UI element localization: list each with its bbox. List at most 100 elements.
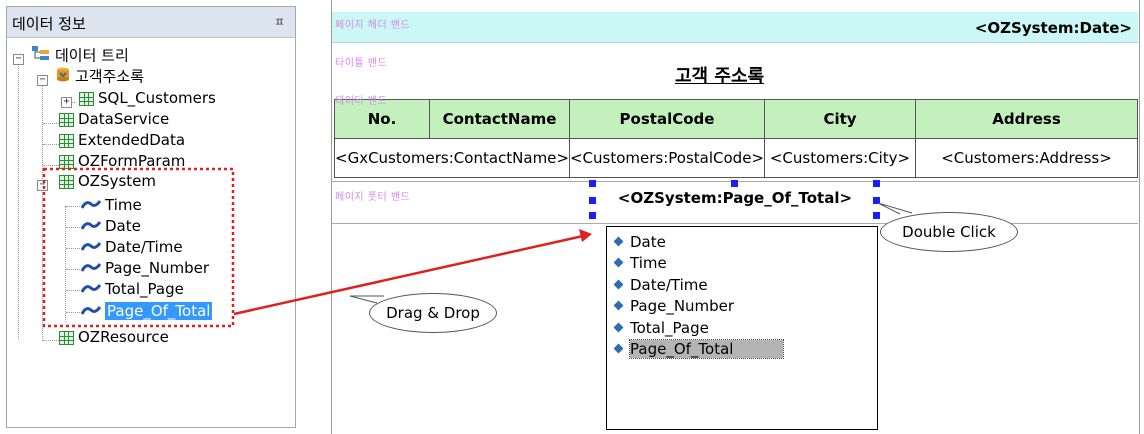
field-icon — [80, 301, 102, 322]
tree-item-label: Date — [105, 217, 141, 235]
collapse-oz-system-toggle[interactable]: − — [37, 180, 48, 191]
resize-handle[interactable] — [873, 197, 880, 204]
diamond-icon — [613, 343, 624, 354]
dataset-icon — [59, 133, 74, 148]
tree-item-page-of-total[interactable]: Page_Of_Total — [80, 301, 213, 322]
tree-item-oz-resource[interactable]: OZResource — [59, 327, 169, 348]
tree-item-label: OZFormParam — [78, 152, 186, 170]
tree-item-oz-system[interactable]: OZSystem — [59, 171, 156, 192]
popup-item-label: Page_Number — [630, 297, 735, 315]
drag-drop-callout: Drag & Drop — [369, 293, 497, 333]
panel-title: 데이터 정보 — [12, 15, 86, 33]
popup-item-label: Time — [630, 254, 667, 272]
dataset-icon — [59, 330, 74, 345]
tree-item-total-page[interactable]: Total_Page — [80, 279, 184, 300]
band-label: 데이터 밴드 — [335, 96, 388, 107]
tree-guide-line — [66, 227, 80, 228]
tree-guide-line — [66, 206, 80, 207]
field-icon — [80, 237, 102, 258]
popup-item-date[interactable]: Date — [611, 231, 666, 253]
tree-item-sql-customers[interactable]: SQL_Customers — [79, 88, 216, 109]
field-icon — [80, 195, 102, 216]
tree-item-oz-form-param[interactable]: OZFormParam — [59, 151, 185, 172]
table-header-cell[interactable]: Address — [915, 99, 1138, 139]
tree-item-label: Total_Page — [105, 280, 184, 298]
resize-handle[interactable] — [873, 212, 880, 219]
datasource-icon — [55, 66, 71, 88]
resize-handle[interactable] — [589, 197, 596, 204]
popup-item-label: Date/Time — [630, 276, 708, 294]
dataset-icon — [79, 91, 94, 106]
tree-guide-line — [43, 340, 59, 341]
collapse-root-toggle[interactable]: − — [13, 54, 24, 65]
tree-item-label: Page_Number — [105, 259, 210, 277]
tree-item-label: OZResource — [78, 328, 169, 346]
system-field-popup[interactable]: Date Time Date/Time Page_Number Total_Pa… — [606, 226, 878, 430]
popup-item-date-time[interactable]: Date/Time — [611, 274, 708, 296]
popup-item-page-of-total[interactable]: Page_Of_Total — [611, 338, 785, 360]
table-header-cell[interactable]: PostalCode — [568, 99, 766, 139]
band-label: 페이지 풋터 밴드 — [335, 192, 411, 203]
tree-item-root[interactable]: 데이터 트리 — [31, 45, 129, 66]
page-of-total-field[interactable]: <OZSystem:Page_Of_Total> — [590, 183, 880, 223]
tree-item-label: 데이터 트리 — [55, 46, 129, 65]
pin-icon[interactable]: ㅍ — [274, 13, 285, 30]
tree-item-date-time[interactable]: Date/Time — [80, 237, 183, 258]
diamond-icon — [613, 279, 624, 290]
page-header-band[interactable]: 페이지 헤더 밴드 <OZSystem:Date> — [332, 12, 1138, 43]
data-band-table: No. ContactName PostalCode City Address … — [334, 99, 1138, 178]
table-cell[interactable]: <Customers:City> — [764, 138, 916, 178]
tree-item-page-number[interactable]: Page_Number — [80, 258, 210, 279]
report-designer-canvas[interactable]: 페이지 헤더 밴드 <OZSystem:Date> 타이틀 밴드 고객 주소록 … — [320, 0, 1144, 434]
resize-handle[interactable] — [589, 212, 596, 219]
tree-guide-line — [43, 123, 59, 124]
tree-item-label: ExtendedData — [78, 131, 186, 149]
expand-sql-customers-toggle[interactable]: + — [61, 97, 72, 108]
table-header-cell[interactable]: City — [764, 99, 916, 139]
popup-item-label: Total_Page — [630, 319, 709, 337]
page-left-margin-line — [331, 0, 332, 434]
diamond-icon — [613, 322, 624, 333]
popup-item-label: Date — [630, 233, 666, 251]
tree-guide-line — [43, 165, 59, 166]
popup-item-time[interactable]: Time — [611, 252, 667, 274]
tree-item-label: DataService — [78, 110, 170, 128]
dataset-icon — [59, 154, 74, 169]
data-tree-icon — [31, 45, 51, 67]
collapse-address-book-toggle[interactable]: − — [37, 75, 48, 86]
tree-item-label-selected: Page_Of_Total — [105, 302, 213, 320]
tree-guide-line — [66, 312, 80, 313]
report-title[interactable]: 고객 주소록 — [675, 62, 764, 88]
diamond-icon — [613, 257, 624, 268]
table-header-cell[interactable]: ContactName — [429, 99, 570, 139]
tree-item-extended-data[interactable]: ExtendedData — [59, 130, 185, 151]
table-row: <GxCustomers:ContactName> <Customers:Pos… — [334, 138, 1138, 178]
table-cell[interactable]: <Customers:Address> — [915, 138, 1138, 178]
table-cell[interactable]: <GxCustomers:ContactName> — [334, 138, 570, 178]
field-icon — [80, 279, 102, 300]
field-icon — [80, 258, 102, 279]
table-header-row: No. ContactName PostalCode City Address — [334, 99, 1138, 139]
tree-item-date[interactable]: Date — [80, 216, 141, 237]
tree-item-label: Time — [105, 196, 142, 214]
tree-item-data-service[interactable]: DataService — [59, 109, 169, 130]
tree-item-address-book[interactable]: 고객주소록 — [55, 66, 144, 87]
dataset-icon — [59, 174, 74, 189]
data-info-panel: 데이터 정보 ㅍ − 데이터 트리 − 고객주소록 + SQL_Customer… — [6, 6, 296, 428]
dataset-icon — [59, 112, 74, 127]
table-cell[interactable]: <Customers:PostalCode> — [568, 138, 766, 178]
resize-handle[interactable] — [731, 180, 738, 187]
tree-item-label: OZSystem — [78, 172, 157, 190]
popup-item-page-number[interactable]: Page_Number — [611, 295, 734, 317]
resize-handle[interactable] — [589, 180, 596, 187]
field-icon — [80, 216, 102, 237]
tree-item-time[interactable]: Time — [80, 195, 142, 216]
tree-item-label: SQL_Customers — [98, 89, 216, 107]
band-label: 타이틀 밴드 — [335, 58, 388, 69]
tree-guide-line — [43, 144, 59, 145]
tree-guide-line — [66, 269, 80, 270]
resize-handle[interactable] — [873, 180, 880, 187]
date-field[interactable]: <OZSystem:Date> — [975, 19, 1132, 37]
tree-guide-line — [18, 59, 19, 339]
popup-item-total-page[interactable]: Total_Page — [611, 317, 709, 339]
